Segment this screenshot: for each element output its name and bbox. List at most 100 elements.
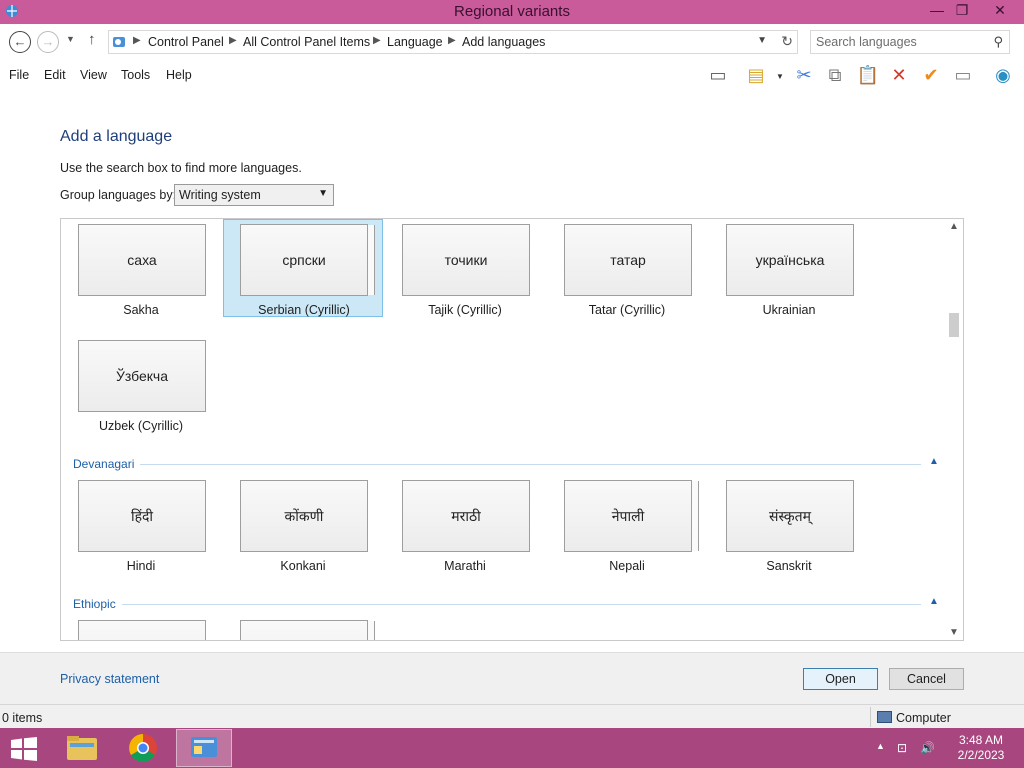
properties-dropdown-icon[interactable]: ▼: [776, 72, 784, 81]
privacy-statement-link[interactable]: Privacy statement: [60, 672, 159, 686]
group-by-label: Group languages by:: [60, 188, 177, 202]
language-tile-uzbek-cyrillic[interactable]: Ўзбекча Uzbek (Cyrillic): [61, 335, 221, 433]
forward-arrow-icon: →: [41, 34, 55, 49]
volume-icon[interactable]: 🔊: [920, 741, 935, 755]
menu-edit[interactable]: Edit: [44, 68, 66, 82]
control-panel-icon: [191, 737, 217, 757]
language-tile-tatar[interactable]: татар Tatar (Cyrillic): [547, 219, 707, 317]
action-bar: Privacy statement Open Cancel: [0, 652, 1024, 704]
refresh-icon[interactable]: ↻: [781, 33, 793, 50]
scrollbar-thumb[interactable]: [949, 313, 959, 337]
language-native-name: українська: [726, 224, 854, 296]
language-tile-tajik[interactable]: точики Tajik (Cyrillic): [385, 219, 545, 317]
chrome-icon: [129, 734, 157, 762]
language-name: Konkani: [280, 559, 326, 573]
cut-icon[interactable]: ✂: [791, 63, 817, 87]
close-button[interactable]: ✕: [985, 0, 1015, 22]
rename-icon[interactable]: ▭: [950, 63, 976, 87]
language-tile-box: [240, 620, 375, 640]
recent-locations-icon[interactable]: ▼: [66, 34, 75, 44]
language-native-name: नेपाली: [564, 480, 699, 552]
language-name: Ukrainian: [762, 303, 816, 317]
taskbar-chrome[interactable]: [115, 729, 171, 767]
folder-icon: [67, 736, 97, 760]
copy-icon[interactable]: ⧉: [822, 63, 848, 87]
language-tile-partial[interactable]: [223, 615, 383, 640]
menu-view[interactable]: View: [80, 68, 107, 82]
language-name: Uzbek (Cyrillic): [98, 419, 184, 433]
scroll-up-icon[interactable]: ▲: [949, 221, 959, 232]
show-hidden-icons-icon[interactable]: ▲: [876, 741, 885, 751]
open-button[interactable]: Open: [803, 668, 878, 690]
menu-tools[interactable]: Tools: [121, 68, 150, 82]
address-dropdown-icon[interactable]: ▼: [757, 35, 767, 46]
cancel-button[interactable]: Cancel: [889, 668, 964, 690]
section-devanagari: Devanagari ▲: [73, 456, 943, 471]
language-native-name: हिंदी: [78, 480, 206, 552]
group-by-select[interactable]: Writing system ▼: [174, 184, 334, 206]
menu-help[interactable]: Help: [166, 68, 192, 82]
main-content: Add a language Use the search box to fin…: [0, 92, 1024, 652]
paste-icon[interactable]: 📋: [855, 63, 881, 87]
breadcrumb-language[interactable]: Language: [387, 35, 443, 49]
address-bar[interactable]: ▶ Control Panel ▶ All Control Panel Item…: [108, 30, 798, 54]
check-icon[interactable]: ✔: [918, 63, 944, 87]
breadcrumb-add-languages[interactable]: Add languages: [462, 35, 545, 49]
back-button[interactable]: ←: [9, 31, 31, 53]
collapse-icon[interactable]: ▲: [929, 596, 939, 607]
section-label: Ethiopic: [73, 597, 122, 611]
language-tile-konkani[interactable]: कोंकणी Konkani: [223, 475, 383, 573]
language-tile-partial[interactable]: [61, 615, 221, 640]
item-count: 0 items: [2, 711, 43, 725]
search-box[interactable]: ⚲: [810, 30, 1010, 54]
forward-button[interactable]: →: [37, 31, 59, 53]
language-list[interactable]: саха Sakha српски Serbian (Cyrillic) точ…: [60, 218, 964, 641]
clock[interactable]: 3:48 AM 2/2/2023: [956, 733, 1006, 763]
window-title: Regional variants: [454, 3, 570, 20]
language-tile-serbian-cyrillic[interactable]: српски Serbian (Cyrillic): [223, 219, 383, 317]
language-name: Marathi: [444, 559, 486, 573]
language-tile-sakha[interactable]: саха Sakha: [61, 219, 221, 317]
status-divider: [870, 707, 871, 727]
network-icon[interactable]: ◉: [990, 63, 1016, 87]
language-name: Hindi: [126, 559, 156, 573]
network-status-icon[interactable]: ⊡: [897, 741, 907, 755]
menu-bar: File Edit View Tools Help ▭ ▤ ▼ ✂ ⧉ 📋 ✕ …: [0, 58, 1024, 92]
vertical-scrollbar[interactable]: ▲ ▼: [946, 219, 963, 640]
scroll-down-icon[interactable]: ▼: [949, 627, 959, 638]
taskbar-control-panel[interactable]: [176, 729, 232, 767]
language-tile-hindi[interactable]: हिंदी Hindi: [61, 475, 221, 573]
properties-icon[interactable]: ▤: [743, 63, 769, 87]
language-native-name: српски: [240, 224, 375, 296]
language-tile-sanskrit[interactable]: संस्कृतम् Sanskrit: [709, 475, 869, 573]
windows-start-icon[interactable]: [10, 737, 38, 761]
language-name: Serbian (Cyrillic): [258, 303, 350, 317]
breadcrumb-separator-icon: ▶: [448, 35, 456, 46]
computer-icon: [877, 711, 892, 723]
menu-file[interactable]: File: [9, 68, 29, 82]
taskbar: ▲ ⊡ 🔊 3:48 AM 2/2/2023: [0, 728, 1024, 768]
control-panel-icon: [113, 37, 125, 47]
search-input[interactable]: [816, 34, 986, 50]
language-name: Tatar (Cyrillic): [588, 303, 666, 317]
layout-icon[interactable]: ▭: [705, 63, 731, 87]
section-divider: [73, 464, 921, 465]
clock-time: 3:48 AM: [958, 733, 1004, 747]
navigation-bar: ← → ▼ ↑ ▶ Control Panel ▶ All Control Pa…: [0, 24, 1024, 58]
search-hint: Use the search box to find more language…: [60, 161, 302, 175]
language-tile-marathi[interactable]: मराठी Marathi: [385, 475, 545, 573]
breadcrumb-all-items[interactable]: All Control Panel Items: [243, 35, 370, 49]
taskbar-file-explorer[interactable]: [54, 729, 110, 767]
breadcrumb-control-panel[interactable]: Control Panel: [148, 35, 224, 49]
language-native-name: संस्कृतम्: [726, 480, 854, 552]
up-arrow-icon[interactable]: ↑: [88, 31, 96, 48]
title-bar: Regional variants — ❐ ✕: [0, 0, 1024, 24]
status-location: Computer: [896, 711, 951, 725]
language-tile-nepali[interactable]: नेपाली Nepali: [547, 475, 707, 573]
delete-icon[interactable]: ✕: [886, 63, 912, 87]
collapse-icon[interactable]: ▲: [929, 456, 939, 467]
search-icon[interactable]: ⚲: [993, 34, 1003, 50]
language-tile-ukrainian[interactable]: українська Ukrainian: [709, 219, 869, 317]
restore-button[interactable]: ❐: [947, 0, 977, 22]
breadcrumb-separator-icon: ▶: [373, 35, 381, 46]
